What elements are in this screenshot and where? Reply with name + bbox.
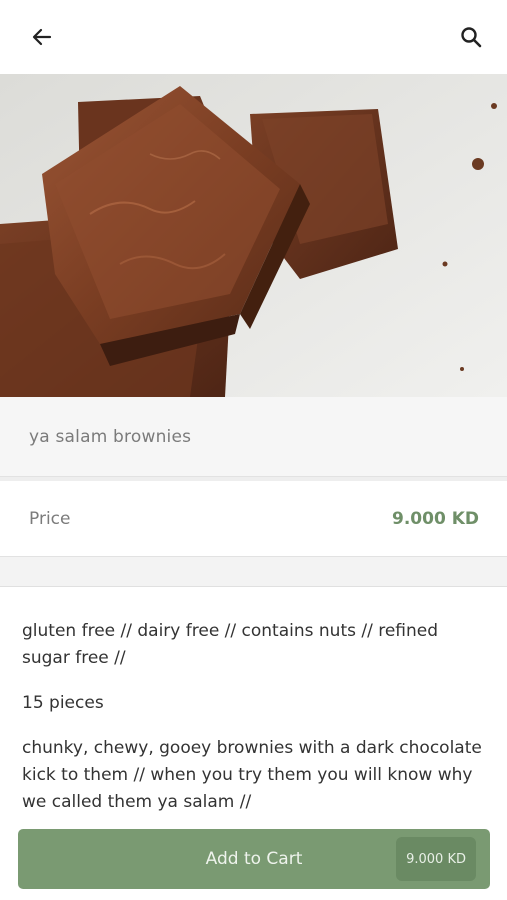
product-name-section: ya salam brownies	[0, 397, 507, 477]
description-paragraph: chunky, chewy, gooey brownies with a dar…	[22, 738, 482, 812]
top-bar	[0, 0, 507, 74]
search-icon	[461, 27, 482, 48]
back-button[interactable]	[26, 21, 58, 53]
product-image	[0, 74, 507, 397]
description-paragraph: gluten free // dairy free // contains nu…	[22, 621, 439, 668]
add-to-cart-label: Add to Cart	[205, 849, 303, 869]
add-to-cart-button[interactable]: Add to Cart 9.000 KD	[18, 829, 490, 889]
price-row: Price 9.000 KD	[0, 481, 507, 557]
price-label: Price	[29, 508, 71, 529]
description-paragraph: 15 pieces	[22, 693, 104, 713]
product-description: gluten free // dairy free // contains nu…	[0, 588, 507, 820]
price-value: 9.000 KD	[392, 508, 479, 529]
search-button[interactable]	[455, 21, 487, 53]
divider	[0, 557, 507, 587]
product-name: ya salam brownies	[29, 426, 192, 447]
cart-price-badge: 9.000 KD	[396, 837, 476, 881]
arrow-left-icon	[32, 28, 52, 46]
